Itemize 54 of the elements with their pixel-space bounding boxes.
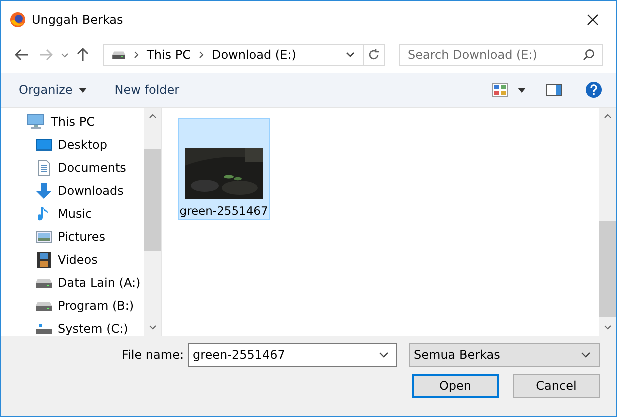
dropdown-arrow-icon[interactable] bbox=[518, 88, 526, 92]
windows-drive-icon bbox=[36, 324, 52, 334]
drive-icon bbox=[36, 278, 52, 288]
pictures-icon bbox=[36, 230, 52, 244]
tree-item[interactable]: Videos bbox=[1, 248, 144, 271]
tree-item[interactable]: Downloads bbox=[1, 179, 144, 202]
tree-item[interactable]: This PC bbox=[1, 110, 144, 133]
chevron-down-icon[interactable] bbox=[346, 52, 355, 58]
scroll-up-icon[interactable] bbox=[604, 114, 612, 119]
computer-icon bbox=[27, 114, 45, 130]
window-title: Unggah Berkas bbox=[32, 13, 124, 27]
new-folder-button[interactable]: New folder bbox=[110, 81, 184, 99]
preview-pane-icon[interactable] bbox=[546, 84, 562, 96]
film-icon bbox=[37, 252, 51, 268]
scroll-up-icon[interactable] bbox=[148, 114, 156, 119]
document-icon bbox=[37, 160, 51, 176]
search-icon bbox=[583, 49, 595, 61]
chevron-right-icon bbox=[198, 51, 204, 59]
file-item[interactable]: green-2551467 bbox=[178, 118, 270, 220]
organize-menu-button[interactable]: Organize bbox=[15, 81, 91, 99]
dropdown-arrow-icon bbox=[78, 88, 87, 92]
refresh-icon bbox=[368, 49, 380, 61]
tree-item[interactable]: Documents bbox=[1, 156, 144, 179]
view-options-icon[interactable] bbox=[492, 83, 508, 97]
drive-icon bbox=[36, 300, 52, 310]
desktop-icon bbox=[36, 138, 52, 152]
breadcrumb[interactable]: This PC bbox=[147, 48, 191, 62]
download-arrow-icon bbox=[36, 182, 52, 198]
tree-item[interactable]: Program (B:) bbox=[1, 294, 144, 317]
tree-item[interactable]: Music bbox=[1, 202, 144, 225]
up-arrow-icon[interactable] bbox=[77, 48, 89, 62]
field-label: File name: bbox=[122, 348, 184, 362]
close-icon bbox=[587, 14, 599, 26]
scroll-down-icon[interactable] bbox=[148, 325, 156, 330]
file-type-dropdown[interactable]: Semua Berkas bbox=[409, 343, 600, 367]
chevron-right-icon bbox=[134, 51, 139, 59]
back-arrow-icon[interactable] bbox=[15, 49, 29, 61]
help-icon[interactable] bbox=[586, 82, 602, 98]
scrollbar[interactable] bbox=[144, 108, 161, 336]
tree-item[interactable]: Pictures bbox=[1, 225, 144, 248]
scrollbar[interactable] bbox=[599, 108, 616, 336]
music-note-icon bbox=[38, 206, 50, 222]
browser-logo-icon bbox=[10, 12, 26, 28]
file-name-field[interactable]: green-2551467 bbox=[188, 343, 397, 367]
tree-item[interactable]: System (C:) bbox=[1, 317, 144, 336]
open-button[interactable]: Open bbox=[412, 374, 499, 398]
scroll-down-icon[interactable] bbox=[604, 325, 612, 330]
address-bar[interactable]: This PC Download (E:) bbox=[103, 44, 385, 66]
tree-item[interactable]: Data Lain (A:) bbox=[1, 271, 144, 294]
cancel-button[interactable]: Cancel bbox=[513, 374, 600, 398]
search-field[interactable]: Search Download (E:) bbox=[399, 44, 603, 66]
drive-icon bbox=[112, 51, 126, 59]
breadcrumb[interactable]: Download (E:) bbox=[212, 48, 296, 62]
tree-item[interactable]: Desktop bbox=[1, 133, 144, 156]
